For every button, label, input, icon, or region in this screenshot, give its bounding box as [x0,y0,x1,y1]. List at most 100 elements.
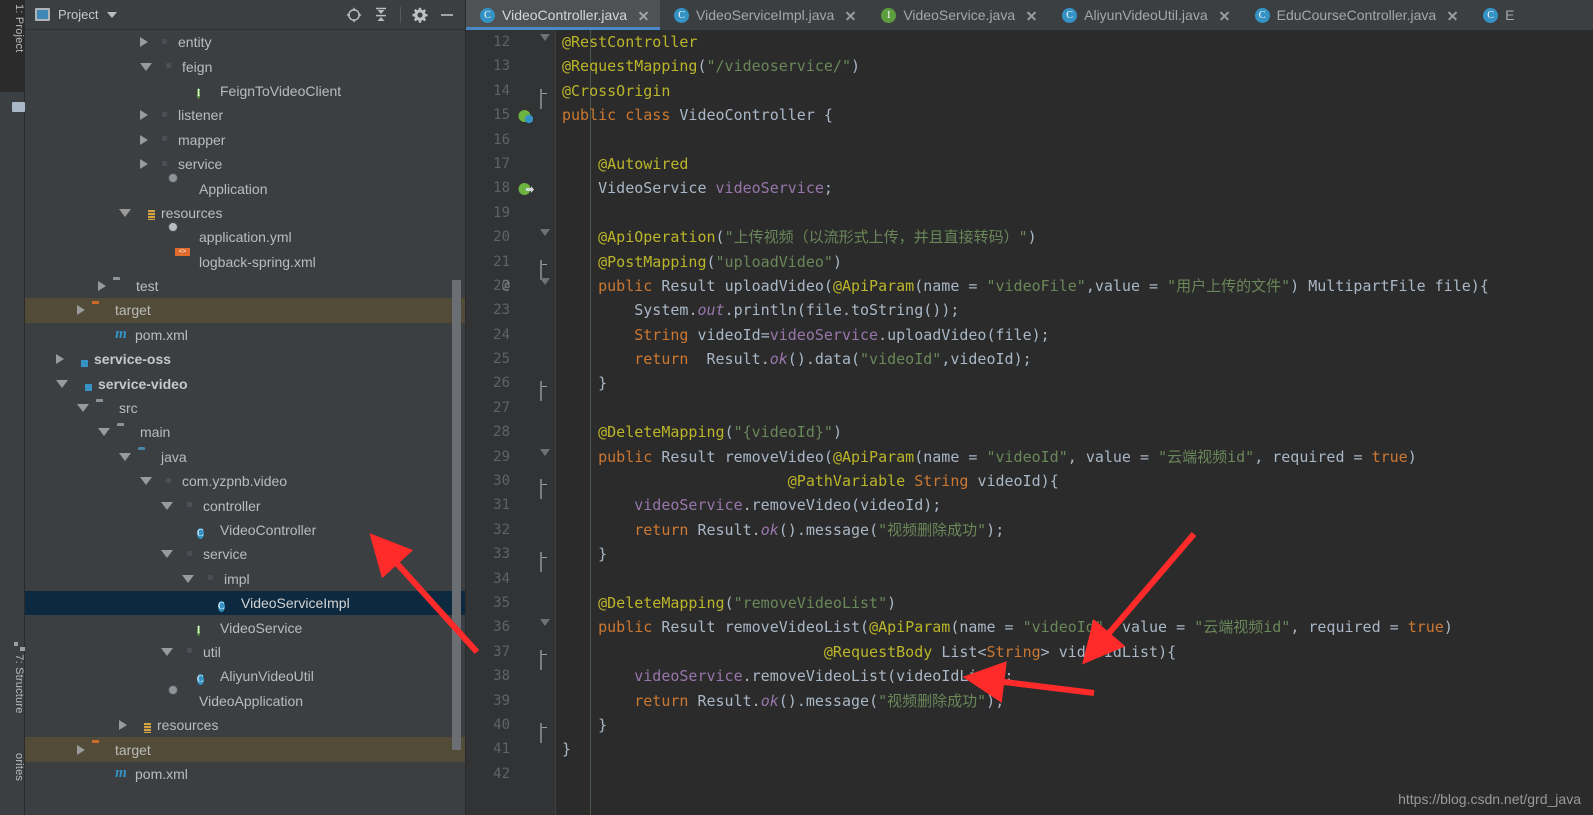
code-fold-toggle[interactable] [540,87,549,109]
tree-item-src[interactable]: src [25,396,465,420]
collapse-arrow-icon[interactable] [119,452,131,461]
expand-arrow-icon[interactable] [140,110,148,121]
gear-icon[interactable] [412,7,428,23]
code-fold-toggle[interactable] [540,38,549,47]
tree-item-resources[interactable]: resources [25,713,465,737]
code-line-34: 34 [466,567,1593,591]
code-fold-toggle[interactable] [540,258,549,280]
collapse-arrow-icon[interactable] [161,501,173,510]
locate-target-icon[interactable] [346,7,362,23]
close-icon[interactable] [1218,9,1231,22]
tree-item-logback-spring-xml[interactable]: logback-spring.xml [25,250,465,274]
code-fold-toggle[interactable] [540,721,549,743]
project-tree[interactable]: entity feign I FeignToVideoClient listener ma… [25,30,465,815]
code-line-36: 36 public Result removeVideoList(@ApiPar… [466,615,1593,639]
tree-item-test[interactable]: test [25,274,465,298]
expand-arrow-icon[interactable] [77,305,85,316]
collapse-all-icon[interactable] [373,7,389,23]
close-icon[interactable] [1025,9,1038,22]
tree-item-pom-xml[interactable]: m pom.xml [25,762,465,786]
tree-item-impl[interactable]: impl [25,567,465,591]
yaml-file-icon [176,230,193,245]
close-icon[interactable] [844,9,857,22]
collapse-arrow-icon[interactable] [161,647,173,656]
expand-arrow-icon[interactable] [98,281,106,292]
code-fold-toggle[interactable] [540,623,549,632]
close-icon[interactable] [637,9,650,22]
tree-item-label: service [203,546,248,563]
tool-window-button-structure[interactable]: 7: Structure [0,633,25,743]
collapse-arrow-icon[interactable] [140,477,152,486]
expand-arrow-icon[interactable] [140,134,148,145]
tree-item-feign[interactable]: feign [25,54,465,78]
tree-item-videoapplication[interactable]: VideoApplication [25,689,465,713]
expand-arrow-icon[interactable] [140,159,148,170]
collapse-arrow-icon[interactable] [56,379,68,388]
project-tree-scrollbar[interactable] [452,280,461,750]
tree-item-util[interactable]: util [25,640,465,664]
tree-item-label: FeignToVideoClient [220,82,342,99]
tree-item-videoserviceimpl[interactable]: C VideoServiceImpl [25,590,465,616]
code-fold-toggle[interactable] [540,550,549,573]
editor-tab-aliyunvideoutil-java[interactable]: C AliyunVideoUtil.java [1048,0,1240,30]
minimize-icon[interactable] [439,7,455,23]
editor-tab-e[interactable]: CE [1469,0,1524,30]
tree-item-application[interactable]: Application [25,176,465,200]
collapse-arrow-icon[interactable] [182,574,194,583]
chevron-down-icon[interactable] [107,11,118,18]
code-fold-toggle[interactable] [540,477,549,500]
editor-tab-bar[interactable]: C VideoController.java C VideoServiceImpl.j… [466,0,1593,30]
editor-tab-educoursecontroller-java[interactable]: C EduCourseController.java [1241,0,1470,30]
expand-arrow-icon[interactable] [56,354,64,365]
line-number: 31 [493,497,510,514]
tree-item-service[interactable]: service [25,152,465,176]
package-folder-icon [155,35,172,50]
tree-item-videoservice[interactable]: I VideoService [25,615,465,639]
collapse-arrow-icon[interactable] [77,404,89,413]
override-annotation-gutter-mark[interactable]: @ [502,274,510,298]
tree-item-listener[interactable]: listener [25,103,465,127]
code-editor[interactable]: 12 @RestController 13 @RequestMapping("/vid… [466,30,1593,815]
collapse-arrow-icon[interactable] [119,208,131,217]
code-fold-toggle[interactable] [540,648,549,670]
code-fold-toggle[interactable] [540,379,549,402]
line-number: 39 [493,692,510,709]
code-text: @RequestMapping("/videoservice/") [562,57,861,76]
tree-item-videocontroller[interactable]: C VideoController [25,518,465,542]
tree-item-label: AliyunVideoUtil [220,668,314,685]
code-line-38: 38 videoService.removeVideoList(videoIdL… [466,664,1593,688]
tree-item-application-yml[interactable]: application.yml [25,225,465,249]
tree-item-service-oss[interactable]: service-oss [25,347,465,371]
code-fold-toggle[interactable] [540,282,549,291]
tree-item-target[interactable]: target [25,737,465,762]
collapse-arrow-icon[interactable] [98,428,110,437]
tree-item-pom-xml[interactable]: m pom.xml [25,323,465,347]
code-fold-toggle[interactable] [540,453,549,462]
expand-arrow-icon[interactable] [140,37,148,48]
tree-item-target[interactable]: target [25,298,465,323]
tree-item-service-video[interactable]: service-video [25,371,465,395]
collapse-arrow-icon[interactable] [140,62,152,71]
tree-item-main[interactable]: main [25,420,465,444]
close-icon[interactable] [1446,9,1459,22]
code-fold-toggle[interactable] [540,233,549,242]
editor-tab-videoserviceimpl-java[interactable]: C VideoServiceImpl.java [660,0,867,30]
tree-item-label: service-video [98,375,188,392]
tool-window-button-project[interactable]: 1: Project [0,0,25,92]
tree-item-service[interactable]: service [25,542,465,566]
editor-tab-videocontroller-java[interactable]: C VideoController.java [466,0,661,30]
tree-item-com-yzpnb-video[interactable]: com.yzpnb.video [25,469,465,493]
tree-item-controller[interactable]: controller [25,493,465,517]
expand-arrow-icon[interactable] [119,720,127,731]
tree-item-feigntovideoclient[interactable]: I FeignToVideoClient [25,79,465,103]
collapse-arrow-icon[interactable] [161,550,173,559]
tree-item-aliyunvideoutil[interactable]: C AliyunVideoUtil [25,664,465,688]
tree-item-entity[interactable]: entity [25,30,465,54]
tree-item-resources[interactable]: resources [25,201,465,225]
tree-item-java[interactable]: java [25,445,465,469]
editor-tab-videoservice-java[interactable]: I VideoService.java [867,0,1048,30]
tree-item-mapper[interactable]: mapper [25,128,465,152]
tool-window-button-favorites[interactable]: orites [0,749,25,815]
expand-arrow-icon[interactable] [77,744,85,755]
